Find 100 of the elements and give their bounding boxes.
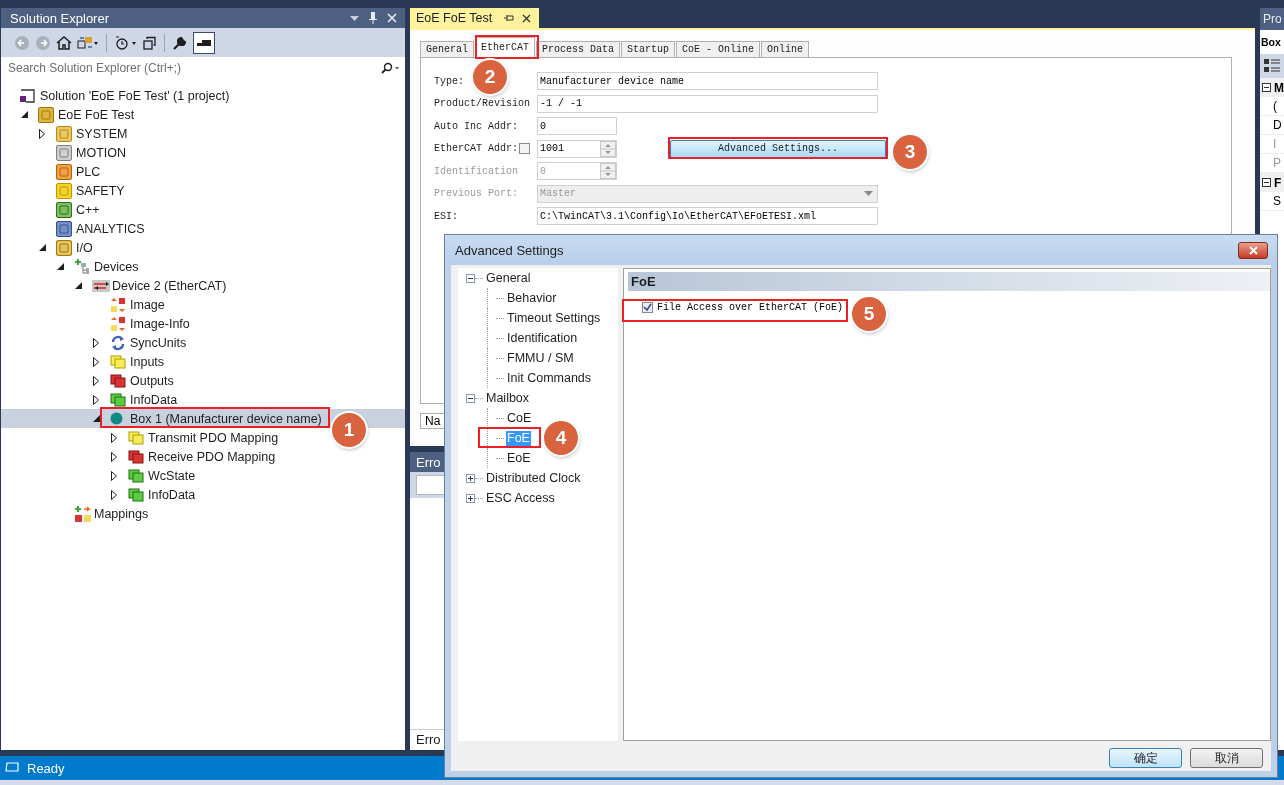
expanded-arrow-icon[interactable] — [93, 415, 100, 422]
collapse-icon[interactable] — [466, 273, 475, 283]
tree-item[interactable]: FMMU / SM — [506, 350, 575, 366]
step-number-badge: 2 — [473, 60, 507, 94]
tab[interactable]: EtherCAT — [475, 37, 536, 57]
device-icon — [92, 279, 110, 292]
advanced-settings-button[interactable]: Advanced Settings... — [670, 139, 886, 158]
tree-item[interactable]: PLC — [1, 162, 105, 181]
tree-item[interactable]: WcState — [1, 466, 200, 485]
collapse-icon[interactable] — [1262, 178, 1271, 187]
collapse-icon[interactable] — [1262, 83, 1271, 92]
text-field[interactable]: -1 / -1 — [537, 94, 878, 113]
spin-field[interactable]: 1001 — [537, 139, 617, 158]
document-tab[interactable]: EoE FoE Test — [410, 8, 540, 28]
tree-item[interactable]: SAFETY — [1, 181, 129, 200]
collapsed-arrow-icon[interactable] — [111, 432, 117, 443]
field-label: Type: — [434, 75, 464, 87]
tree-item[interactable]: SYSTEM — [1, 124, 132, 143]
categorized-icon[interactable] — [1264, 59, 1280, 73]
object-name: Box — [1261, 36, 1281, 48]
tree-item[interactable]: SyncUnits — [1, 333, 191, 352]
tree-item[interactable]: Inputs — [1, 352, 169, 371]
collapsed-arrow-icon[interactable] — [39, 128, 45, 139]
dialog-button[interactable]: 确定 — [1109, 748, 1182, 768]
property-name: I — [1273, 137, 1277, 151]
text-field[interactable]: 0 — [537, 117, 617, 136]
tab[interactable]: Startup — [621, 41, 676, 57]
property-name: S — [1273, 194, 1281, 208]
tree-item[interactable]: Image — [1, 295, 169, 314]
tree-item[interactable]: MOTION — [1, 143, 130, 162]
status-text: Ready — [27, 760, 65, 776]
preview-toggle-button[interactable] — [193, 31, 215, 54]
search-field[interactable]: Search Solution Explorer (Ctrl+;) — [8, 61, 380, 75]
tree-item[interactable]: Distributed Clock — [485, 470, 582, 486]
close-button[interactable] — [1238, 241, 1268, 259]
collapsed-arrow-icon[interactable] — [111, 489, 117, 500]
text-field[interactable]: Manufacturer device name — [537, 72, 878, 91]
tree-item[interactable]: General — [485, 270, 532, 286]
tree-item[interactable]: Mappings — [1, 504, 153, 523]
close-icon[interactable] — [522, 13, 532, 23]
section-title: FoE — [631, 274, 656, 289]
checkbox[interactable] — [519, 143, 530, 155]
tree-item[interactable]: ESC Access — [485, 490, 556, 506]
highlight-frame — [475, 35, 539, 59]
tree-item[interactable]: CoE — [506, 410, 533, 426]
tree-item[interactable]: Outputs — [1, 371, 178, 390]
checkbox[interactable] — [642, 302, 653, 313]
property-name: D — [1273, 118, 1282, 132]
preview-icon[interactable] — [197, 39, 211, 46]
tree-item[interactable]: InfoData — [1, 485, 200, 504]
tree-item[interactable]: EoE — [506, 450, 532, 466]
collapsed-arrow-icon[interactable] — [111, 470, 117, 481]
tree-item[interactable]: Device 2 (EtherCAT) — [1, 276, 231, 295]
expand-icon[interactable] — [466, 493, 475, 503]
tree-item[interactable]: Identification — [506, 330, 579, 346]
clock-icon[interactable] — [114, 34, 138, 51]
dialog-button[interactable]: 取消 — [1190, 748, 1263, 768]
expanded-arrow-icon[interactable] — [39, 244, 46, 251]
home-icon[interactable] — [56, 34, 72, 51]
panel-tab[interactable]: Erro — [410, 730, 447, 750]
panel-title: Pro — [1263, 12, 1282, 26]
dropdown-icon[interactable] — [350, 15, 359, 21]
pin-icon[interactable] — [369, 12, 377, 24]
wrench-icon[interactable] — [172, 34, 188, 51]
tree-item[interactable]: EoE FoE Test — [1, 105, 139, 124]
collapsed-arrow-icon[interactable] — [93, 356, 99, 367]
collapsed-arrow-icon[interactable] — [93, 375, 99, 386]
collapsed-arrow-icon[interactable] — [93, 337, 99, 348]
expanded-arrow-icon[interactable] — [75, 282, 82, 289]
panel-title: Solution Explorer — [10, 10, 110, 26]
tree-item[interactable]: Image-Info — [1, 314, 194, 333]
tab[interactable]: Online — [761, 41, 810, 57]
pin-icon[interactable] — [504, 14, 515, 22]
stacked-squares-icon — [128, 468, 144, 483]
tree-item[interactable]: Behavior — [506, 290, 558, 306]
dropdown-arrow-icon[interactable] — [864, 191, 873, 197]
tab[interactable]: Process Data — [536, 41, 621, 57]
tree-item[interactable]: C++ — [1, 200, 104, 219]
expand-icon[interactable] — [466, 473, 475, 483]
tree-item[interactable]: Solution 'EoE FoE Test' (1 project) — [1, 86, 234, 105]
tree-item[interactable]: I/O — [1, 238, 97, 257]
collapsed-arrow-icon[interactable] — [111, 451, 117, 462]
tree-item[interactable]: Receive PDO Mapping — [1, 447, 280, 466]
expanded-arrow-icon[interactable] — [57, 263, 64, 270]
tree-item[interactable]: Timeout Settings — [506, 310, 602, 326]
expanded-arrow-icon[interactable] — [21, 111, 28, 118]
tree-item[interactable]: Transmit PDO Mapping — [1, 428, 283, 447]
collapse-icon[interactable] — [466, 393, 475, 403]
mappings-icon — [74, 505, 92, 522]
tree-item[interactable]: Devices — [1, 257, 143, 276]
tree-item[interactable]: Init Commands — [506, 370, 593, 386]
tree-item[interactable]: Mailbox — [485, 390, 531, 406]
text-field[interactable]: C:\TwinCAT\3.1\Config\Io\EtherCAT\EFoETESI.xml — [537, 207, 878, 226]
tree-item[interactable]: ANALYTICS — [1, 219, 149, 238]
tree-item[interactable]: InfoData — [1, 390, 182, 409]
collapsed-arrow-icon[interactable] — [93, 394, 99, 405]
tab[interactable]: CoE - Online — [676, 41, 761, 57]
collapse-all-icon[interactable] — [143, 35, 157, 50]
search-icon[interactable] — [380, 62, 400, 74]
tab[interactable]: General — [420, 41, 474, 57]
